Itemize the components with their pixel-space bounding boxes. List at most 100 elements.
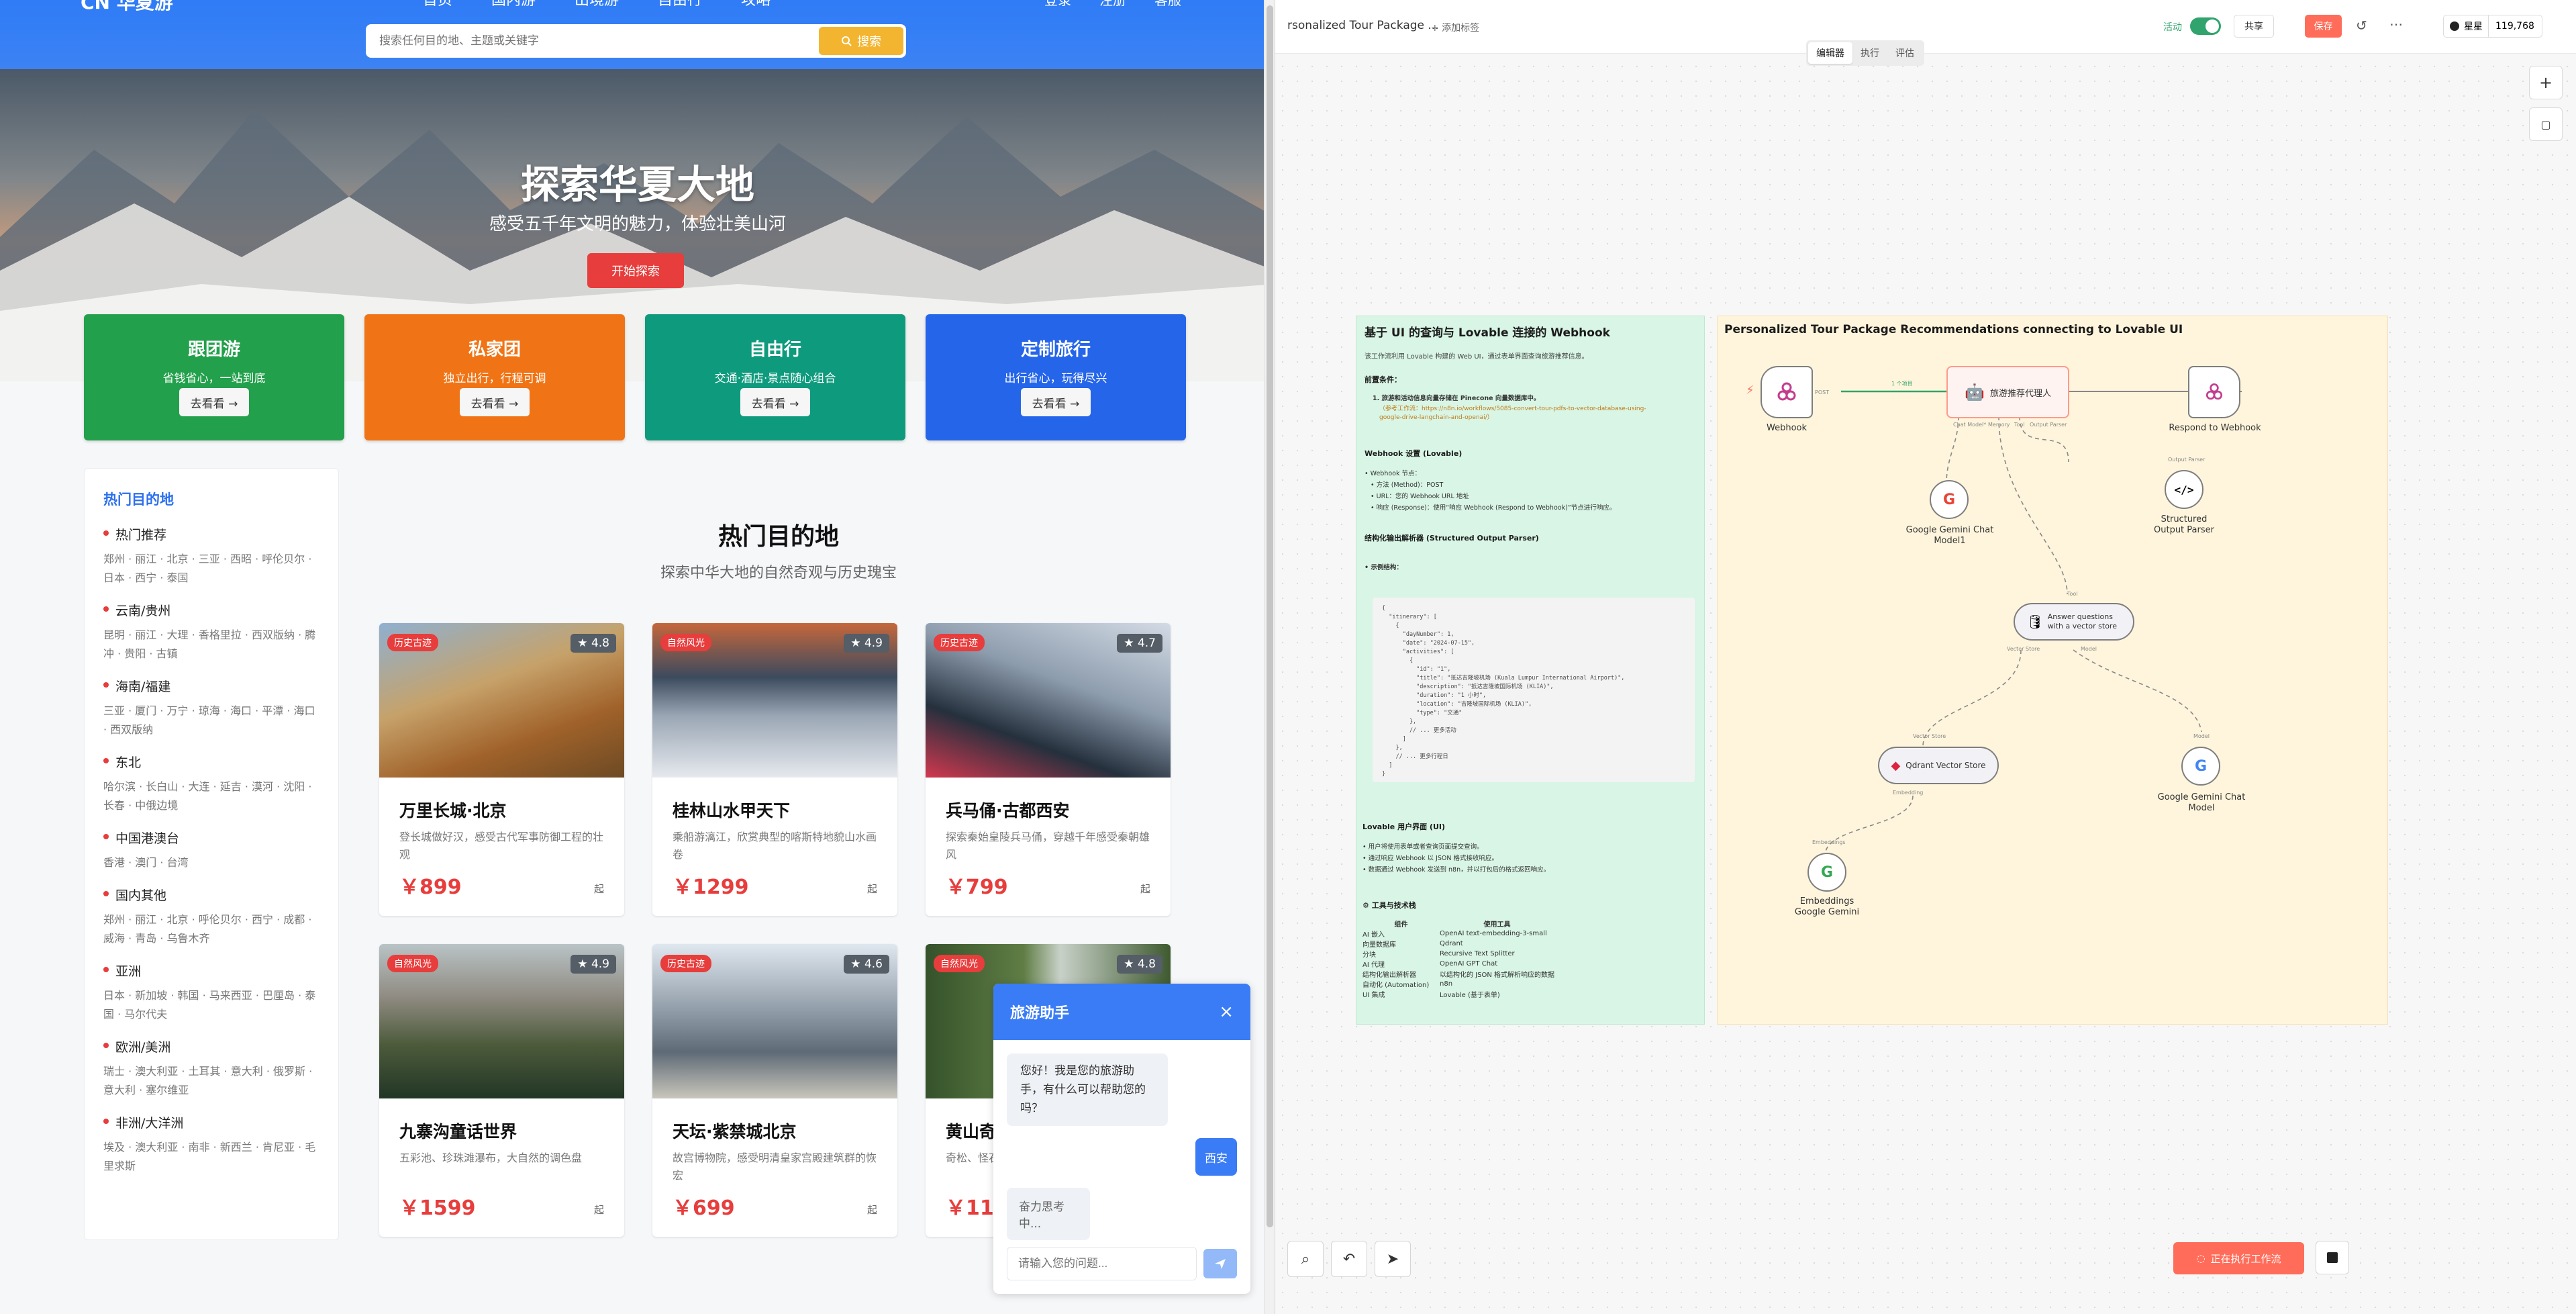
vector-store-tool-node[interactable]: 🛢 Answer questions with a vector store: [2014, 603, 2134, 641]
site-logo[interactable]: CN 华夏游: [81, 0, 173, 15]
destination-card[interactable]: 历史古迹 ★ 4.6 天坛·紫禁城北京 故宫博物院，感受明清皇家宫殿建筑群的恢宏…: [652, 944, 897, 1237]
sidebar-group-title[interactable]: 云南/贵州: [103, 601, 319, 619]
sidebar-group-title[interactable]: 中国港澳台: [103, 829, 319, 847]
search-input[interactable]: [366, 34, 819, 48]
destination-sidebar: 热门目的地 热门推荐 郑州 · 丽江 · 北京 · 三亚 · 西昭 · 呼伦贝尔 …: [84, 468, 339, 1240]
embeddings-label: Embeddings Google Gemini: [1794, 896, 1860, 917]
rating-value: 4.6: [864, 957, 883, 971]
respond-node[interactable]: [2188, 366, 2240, 418]
webhook-node[interactable]: [1761, 366, 1813, 418]
destination-name[interactable]: 万里长城·北京: [399, 798, 604, 822]
sidebar-group[interactable]: 中国港澳台香港 · 澳门 · 台湾: [103, 829, 319, 872]
page-scrollbar[interactable]: [1264, 0, 1275, 1314]
explore-button[interactable]: 开始探索: [587, 253, 684, 288]
category-free-travel[interactable]: 自由行 交通·酒店·景点随心组合 去看看 →: [645, 314, 905, 440]
destination-card[interactable]: 自然风光 ★ 4.9 九寨沟童话世界 五彩池、珍珠滩瀑布，大自然的调色盘 ￥15…: [379, 944, 624, 1237]
sidebar-group[interactable]: 国内其他郑州 · 丽江 · 北京 · 呼伦贝尔 · 西宁 · 成都 · 威海 ·…: [103, 886, 319, 948]
category-custom-travel[interactable]: 定制旅行 出行省心，玩得尽兴 去看看 →: [926, 314, 1186, 440]
sidebar-group[interactable]: 云南/贵州昆明 · 丽江 · 大理 · 香格里拉 · 西双版纳 · 腾冲 · 贵…: [103, 601, 319, 663]
sidebar-group-title[interactable]: 热门推荐: [103, 525, 319, 543]
destination-card[interactable]: 历史古迹 ★ 4.8 万里长城·北京 登长城做好汉，感受古代军事防御工程的壮观 …: [379, 623, 624, 916]
chat-title: 旅游助手: [1010, 1005, 1070, 1022]
edge-count-label: 1 个项目: [1891, 381, 1913, 387]
service-link[interactable]: 客服: [1154, 0, 1181, 9]
sidebar-group-title[interactable]: 非洲/大洋洲: [103, 1113, 319, 1131]
vector-store-label-top: Vector Store: [1913, 733, 1946, 739]
register-link[interactable]: 注册: [1099, 0, 1126, 9]
agent-node[interactable]: 🤖 旅游推荐代理人: [1946, 366, 2069, 418]
sidebar-group-places[interactable]: 郑州 · 丽江 · 北京 · 三亚 · 西昭 · 呼伦贝尔 · 日本 · 西宁 …: [103, 550, 319, 588]
sidebar-group-title[interactable]: 东北: [103, 753, 319, 771]
sidebar-group[interactable]: 热门推荐郑州 · 丽江 · 北京 · 三亚 · 西昭 · 呼伦贝尔 · 日本 ·…: [103, 525, 319, 588]
section-subtitle: 探索中华大地的自然奇观与历史瑰宝: [660, 565, 897, 581]
stop-execution-button[interactable]: [2316, 1241, 2349, 1274]
nav-item[interactable]: 出境游: [575, 0, 619, 9]
category-private-tour[interactable]: 私家团 独立出行，行程可调 去看看 →: [364, 314, 625, 440]
zoom-icon[interactable]: ⌕: [1287, 1241, 1324, 1277]
category-go-button[interactable]: 去看看 →: [460, 388, 530, 416]
sidebar-group-places[interactable]: 昆明 · 丽江 · 大理 · 香格里拉 · 西双版纳 · 腾冲 · 贵阳 · 古…: [103, 626, 319, 663]
nav-item[interactable]: 首页: [423, 0, 452, 9]
qdrant-node[interactable]: ◆ Qdrant Vector Store: [1878, 747, 1999, 784]
destination-name[interactable]: 九寨沟童话世界: [399, 1119, 604, 1143]
sidebar-group-places[interactable]: 郑州 · 丽江 · 北京 · 呼伦贝尔 · 西宁 · 成都 · 威海 · 青岛 …: [103, 910, 319, 948]
sidebar-group-places[interactable]: 埃及 · 澳大利亚 · 南非 · 新西兰 · 肯尼亚 · 毛里求斯: [103, 1138, 319, 1176]
category-badge: 自然风光: [387, 955, 438, 972]
output-parser-node[interactable]: </>: [2165, 470, 2203, 509]
destination-name[interactable]: 兵马俑·古都西安: [946, 798, 1150, 822]
destination-card[interactable]: 历史古迹 ★ 4.7 兵马俑·古都西安 探索秦始皇陵兵马俑，穿越千年感受秦朝雄风…: [926, 623, 1171, 916]
sidebar-group-title[interactable]: 国内其他: [103, 886, 319, 904]
send-icon: [1215, 1259, 1226, 1269]
pointer-icon[interactable]: ➤: [1375, 1241, 1411, 1277]
sidebar-group-places[interactable]: 香港 · 澳门 · 台湾: [103, 853, 319, 872]
sidebar-group[interactable]: 海南/福建三亚 · 厦门 · 万宁 · 琼海 · 海口 · 平潭 · 海口 · …: [103, 677, 319, 739]
category-tour-group[interactable]: 跟团游 省钱省心，一站到底 去看看 →: [84, 314, 344, 440]
undo-icon[interactable]: ↶: [1331, 1241, 1367, 1277]
nav-item[interactable]: 自由行: [658, 0, 702, 9]
sidebar-group[interactable]: 欧洲/美洲瑞士 · 澳大利亚 · 土耳其 · 意大利 · 俄罗斯 · 意大利 ·…: [103, 1037, 319, 1100]
sidebar-group-places[interactable]: 瑞士 · 澳大利亚 · 土耳其 · 意大利 · 俄罗斯 · 意大利 · 塞尔维亚: [103, 1062, 319, 1100]
chat-send-button[interactable]: [1203, 1249, 1237, 1278]
sidebar-group[interactable]: 非洲/大洋洲埃及 · 澳大利亚 · 南非 · 新西兰 · 肯尼亚 · 毛里求斯: [103, 1113, 319, 1176]
login-link[interactable]: 登录: [1044, 0, 1071, 9]
category-desc: 交通·酒店·景点随心组合: [714, 372, 836, 385]
sidebar-group-title[interactable]: 欧洲/美洲: [103, 1037, 319, 1055]
travel-site-pane: CN 华夏游 首页 国内游 出境游 自由行 攻略 登录 注册 客服 搜索任何目的…: [0, 0, 1275, 1314]
sidebar-group-places[interactable]: 日本 · 新加坡 · 韩国 · 马来西亚 · 巴厘岛 · 泰国 · 马尔代夫: [103, 986, 319, 1024]
qdrant-icon: ◆: [1891, 758, 1901, 773]
sidebar-group-places[interactable]: 哈尔滨 · 长白山 · 大连 · 延吉 · 漠河 · 沈阳 · 长春 · 中俄边…: [103, 778, 319, 815]
price-suffix: 起: [593, 883, 604, 895]
sidebar-group[interactable]: 亚洲日本 · 新加坡 · 韩国 · 马来西亚 · 巴厘岛 · 泰国 · 马尔代夫: [103, 961, 319, 1024]
memory-port-label: Memory: [1988, 422, 2010, 428]
category-go-button[interactable]: 去看看 →: [179, 388, 249, 416]
gemini-model-node-1[interactable]: G: [1930, 480, 1969, 519]
executing-workflow-button[interactable]: ◌ 正在执行工作流: [2173, 1242, 2304, 1274]
nav-item[interactable]: 攻略: [741, 0, 771, 9]
category-desc: 省钱省心，一站到底: [162, 372, 266, 385]
agent-label: 旅游推荐代理人: [1989, 388, 2051, 399]
rating-value: 4.8: [1137, 957, 1156, 971]
sidebar-group-title[interactable]: 亚洲: [103, 961, 319, 980]
category-badge: 历史古迹: [934, 634, 985, 651]
destination-name[interactable]: 桂林山水甲天下: [673, 798, 877, 822]
gemini-model-node-2[interactable]: G: [2181, 747, 2220, 786]
qdrant-label: Qdrant Vector Store: [1905, 761, 1986, 770]
category-go-button[interactable]: 去看看 →: [1021, 388, 1091, 416]
embeddings-node[interactable]: G: [1807, 853, 1846, 892]
category-title: 私家团: [468, 340, 521, 360]
scrollbar-thumb[interactable]: [1267, 5, 1273, 1227]
price-suffix: 起: [866, 883, 877, 895]
search-button[interactable]: 搜索: [819, 27, 903, 55]
destination-card[interactable]: 自然风光 ★ 4.9 桂林山水甲天下 乘船游漓江，欣赏典型的喀斯特地貌山水画卷 …: [652, 623, 897, 916]
rating-badge: ★ 4.9: [844, 634, 889, 653]
sidebar-group-places[interactable]: 三亚 · 厦门 · 万宁 · 琼海 · 海口 · 平潭 · 海口 · 西双版纳: [103, 702, 319, 739]
sidebar-group-title[interactable]: 海南/福建: [103, 677, 319, 695]
category-go-button[interactable]: 去看看 →: [740, 388, 810, 416]
destination-price: ￥1299: [673, 876, 749, 899]
chat-close-button[interactable]: ×: [1219, 1002, 1234, 1022]
chat-input[interactable]: [1007, 1247, 1197, 1280]
destination-name[interactable]: 天坛·紫禁城北京: [673, 1119, 877, 1143]
destination-desc: 登长城做好汉，感受古代军事防御工程的壮观: [399, 831, 604, 861]
sidebar-group[interactable]: 东北哈尔滨 · 长白山 · 大连 · 延吉 · 漠河 · 沈阳 · 长春 · 中…: [103, 753, 319, 815]
nav-item[interactable]: 国内游: [491, 0, 536, 9]
